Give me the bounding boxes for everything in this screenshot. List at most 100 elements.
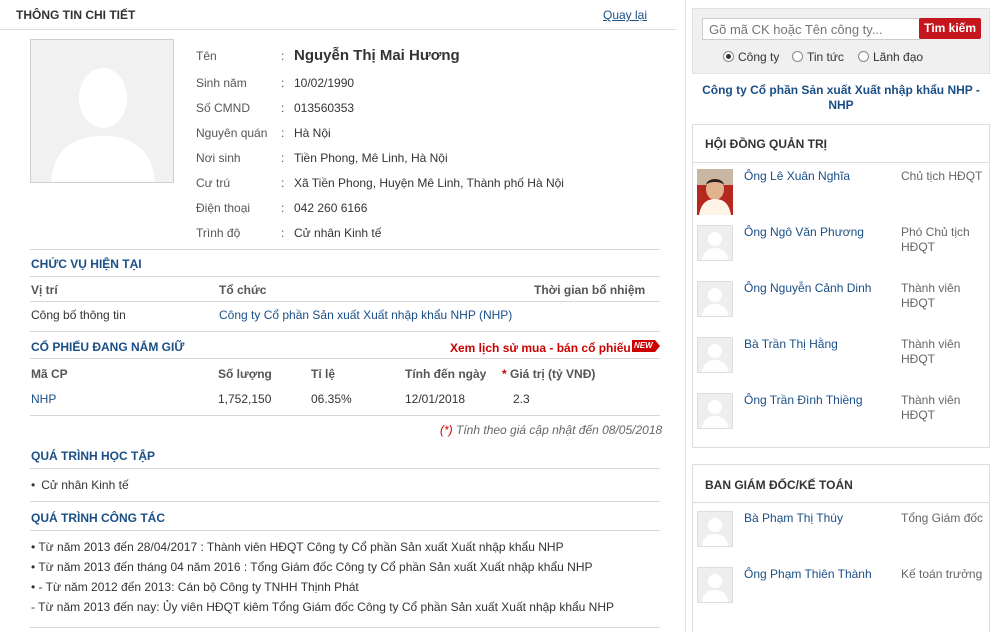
manager-name[interactable]: Ông Phạm Thiên Thành bbox=[744, 567, 872, 581]
divider bbox=[30, 468, 660, 469]
shares-date: 12/01/2018 bbox=[405, 392, 466, 406]
search-option-label: Lãnh đạo bbox=[873, 50, 924, 64]
field-label-name: Tên bbox=[196, 49, 217, 63]
shares-section-title: CỔ PHIẾU ĐANG NẮM GIỮ bbox=[31, 340, 185, 354]
divider bbox=[30, 358, 660, 359]
field-colon: : bbox=[281, 101, 285, 115]
required-star: * bbox=[502, 367, 507, 381]
position-role: Công bố thông tin bbox=[31, 308, 126, 322]
career-item: - Từ năm 2013 đến nay: Ủy viên HĐQT kiêm… bbox=[31, 600, 615, 614]
search-option-label: Tin tức bbox=[807, 50, 844, 64]
company-link[interactable]: Công ty Cổ phần Sản xuất Xuất nhập khẩu … bbox=[700, 83, 982, 113]
field-colon: : bbox=[281, 49, 285, 63]
board-member-photo[interactable] bbox=[697, 337, 733, 373]
new-badge-label: NEW bbox=[634, 341, 653, 350]
board-member-name[interactable]: Ông Ngô Văn Phương bbox=[744, 225, 864, 239]
footnote-text: Tính theo giá cập nhật đến 08/05/2018 bbox=[456, 423, 663, 437]
person-silhouette-icon bbox=[698, 568, 732, 602]
management-panel: BAN GIÁM ĐỐC/KẾ TOÁN Bà Phạm Thị Thúy Tổ… bbox=[692, 464, 990, 632]
shares-header-value: * Giá trị (tỷ VNĐ) bbox=[502, 367, 595, 381]
radio-unchecked-icon[interactable] bbox=[792, 51, 803, 62]
board-member-photo[interactable] bbox=[697, 393, 733, 429]
shares-quantity: 1,752,150 bbox=[218, 392, 272, 406]
board-member-photo[interactable] bbox=[697, 169, 733, 215]
education-item: • Cử nhân Kinh tế bbox=[31, 478, 129, 492]
shares-header-ratio: Tỉ lệ bbox=[311, 367, 336, 381]
bullet: • bbox=[31, 478, 36, 492]
divider bbox=[30, 249, 660, 250]
board-title: HỘI ĐỒNG QUẢN TRỊ bbox=[705, 137, 827, 151]
shares-header-date: Tính đến ngày bbox=[405, 367, 487, 381]
shares-value: 2.3 bbox=[513, 392, 530, 406]
career-item: • - Từ năm 2012 đến 2013: Cán bộ Công ty… bbox=[31, 580, 359, 594]
divider bbox=[30, 301, 660, 302]
field-value-id: 013560353 bbox=[294, 101, 355, 115]
column-separator bbox=[685, 0, 686, 632]
education-item-text: Cử nhân Kinh tế bbox=[41, 478, 129, 492]
field-value-birthplace: Tiền Phong, Mê Linh, Hà Nội bbox=[294, 151, 448, 165]
board-member-role: Thành viên HĐQT bbox=[901, 393, 961, 422]
field-colon: : bbox=[281, 151, 285, 165]
career-section-title: QUÁ TRÌNH CÔNG TÁC bbox=[31, 511, 165, 525]
divider bbox=[30, 530, 660, 531]
position-header-org: Tổ chức bbox=[219, 283, 267, 297]
board-member-role: Chủ tịch HĐQT bbox=[901, 169, 983, 183]
board-member-name[interactable]: Ông Nguyễn Cảnh Dinh bbox=[744, 281, 871, 295]
search-option-label: Công ty bbox=[738, 50, 780, 64]
radio-unchecked-icon[interactable] bbox=[858, 51, 869, 62]
board-member-name[interactable]: Bà Trần Thị Hằng bbox=[744, 337, 838, 351]
share-history-link[interactable]: Xem lịch sử mua - bán cổ phiếu bbox=[450, 341, 631, 355]
field-label-birth: Sinh năm bbox=[196, 76, 247, 90]
field-value-origin: Hà Nội bbox=[294, 126, 331, 140]
field-colon: : bbox=[281, 201, 285, 215]
search-option-company[interactable]: Công ty bbox=[723, 50, 779, 64]
position-header-role: Vị trí bbox=[31, 283, 58, 297]
field-label-id: Số CMND bbox=[196, 101, 251, 115]
search-button[interactable]: Tìm kiếm bbox=[919, 18, 981, 39]
board-member-role: Phó Chủ tịch HĐQT bbox=[901, 225, 970, 254]
manager-photo[interactable] bbox=[697, 567, 733, 603]
career-item: • Từ năm 2013 đến tháng 04 năm 2016 : Tổ… bbox=[31, 560, 593, 574]
divider bbox=[30, 415, 660, 416]
search-option-leaders[interactable]: Lãnh đạo bbox=[858, 50, 923, 64]
manager-role: Kế toán trưởng bbox=[901, 567, 983, 581]
position-header-date: Thời gian bổ nhiệm bbox=[534, 283, 646, 297]
field-label-phone: Điện thoại bbox=[196, 201, 251, 215]
person-silhouette-icon bbox=[698, 282, 732, 316]
board-member-photo[interactable] bbox=[697, 281, 733, 317]
field-label-origin: Nguyên quán bbox=[196, 126, 268, 140]
shares-footnote: (*) Tính theo giá cập nhật đến 08/05/201… bbox=[440, 423, 662, 437]
manager-role: Tổng Giám đốc bbox=[901, 511, 984, 525]
position-org-link[interactable]: Công ty Cổ phần Sản xuất Xuất nhập khẩu … bbox=[219, 308, 512, 322]
new-badge: NEW bbox=[632, 340, 660, 352]
board-member-name[interactable]: Ông Lê Xuân Nghĩa bbox=[744, 169, 850, 183]
search-input[interactable] bbox=[702, 18, 920, 40]
board-member-role: Thành viên HĐQT bbox=[901, 281, 961, 310]
divider bbox=[30, 501, 660, 502]
field-colon: : bbox=[281, 76, 285, 90]
person-silhouette-icon bbox=[698, 338, 732, 372]
back-link[interactable]: Quay lại bbox=[603, 8, 647, 22]
radio-checked-icon[interactable] bbox=[723, 51, 734, 62]
field-label-residence: Cư trú bbox=[196, 176, 231, 190]
page-title: THÔNG TIN CHI TIẾT bbox=[16, 8, 136, 22]
board-member-photo[interactable] bbox=[697, 225, 733, 261]
person-silhouette-icon bbox=[698, 512, 732, 546]
board-panel: HỘI ĐỒNG QUẢN TRỊ Ông Lê Xuân Nghĩa Chủ … bbox=[692, 124, 990, 448]
divider bbox=[30, 331, 660, 332]
shares-ticker-link[interactable]: NHP bbox=[31, 392, 56, 406]
management-title: BAN GIÁM ĐỐC/KẾ TOÁN bbox=[705, 478, 853, 492]
manager-photo[interactable] bbox=[697, 511, 733, 547]
search-box: Tìm kiếm Công ty Tin tức Lãnh đạo bbox=[692, 8, 990, 74]
search-option-news[interactable]: Tin tức bbox=[792, 50, 844, 64]
field-label-birthplace: Nơi sinh bbox=[196, 151, 241, 165]
field-value-phone: 042 260 6166 bbox=[294, 201, 368, 215]
board-member-name[interactable]: Ông Trần Đình Thiềng bbox=[744, 393, 863, 407]
divider bbox=[693, 502, 989, 503]
manager-name[interactable]: Bà Phạm Thị Thúy bbox=[744, 511, 843, 525]
field-value-education: Cử nhân Kinh tế bbox=[294, 226, 382, 240]
career-item: • Từ năm 2013 đến 28/04/2017 : Thành viê… bbox=[31, 540, 564, 554]
shares-header-value-label: Giá trị (tỷ VNĐ) bbox=[510, 367, 596, 381]
divider bbox=[693, 162, 989, 163]
board-member-role: Thành viên HĐQT bbox=[901, 337, 961, 366]
